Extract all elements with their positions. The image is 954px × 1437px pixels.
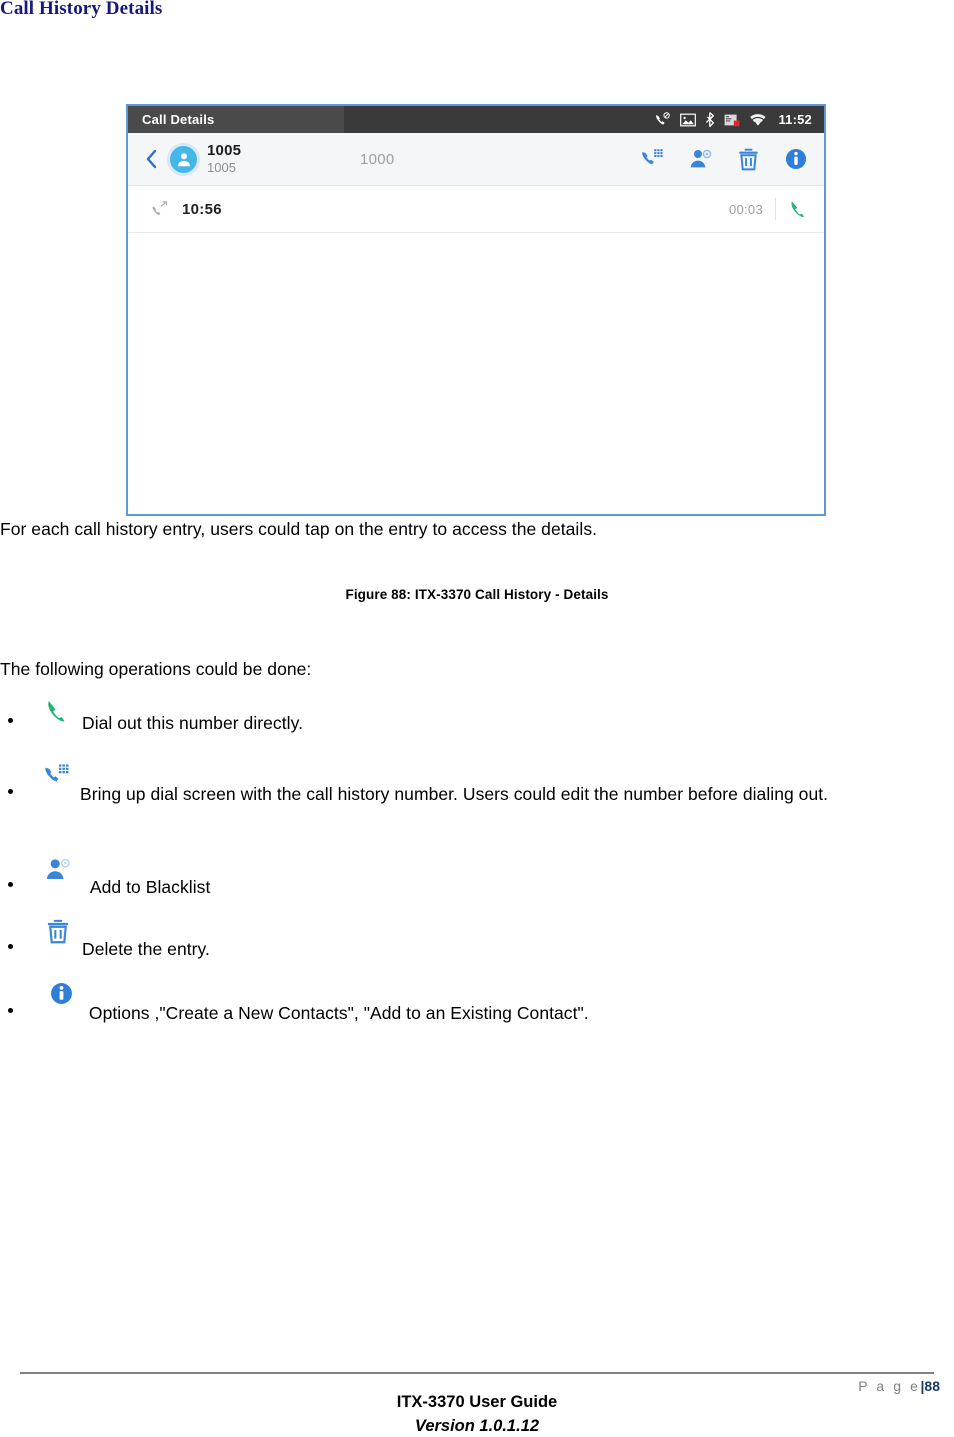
contact-header-row: 1005 1005 1000: [128, 133, 824, 186]
outgoing-call-icon: [150, 201, 168, 217]
status-bar-time: 11:52: [778, 112, 812, 127]
bluetooth-icon: [706, 112, 715, 127]
status-bar-title: Call Details: [142, 112, 215, 127]
dial-out-icon[interactable]: [788, 198, 810, 220]
phone-screenshot-figure: Call Details 11:52 1005 1005 1000 10:56 …: [126, 104, 826, 516]
delete-trash-blue-icon: [46, 919, 70, 944]
call-entry-right: 00:03: [729, 198, 810, 220]
footer-guide-title: ITX-3370 User Guide: [396, 1393, 558, 1411]
wifi-icon: [750, 113, 766, 126]
peer-number: 1000: [360, 150, 395, 168]
screenshot-icon: [680, 113, 697, 126]
bullet-marker: [8, 789, 13, 794]
list-item-label: Delete the entry.: [82, 939, 210, 959]
phone-status-bar: Call Details 11:52: [128, 106, 824, 133]
info-blue-icon: [50, 982, 73, 1005]
figure-caption: Figure 88: ITX-3370 Call History - Detai…: [345, 587, 609, 602]
bullet-marker: [8, 718, 13, 723]
call-entry-row[interactable]: 10:56 00:03: [128, 186, 824, 233]
bullet-marker: [8, 1008, 13, 1013]
list-item-label: Add to Blacklist: [85, 877, 211, 897]
missed-call-icon: [656, 111, 671, 125]
dial-out-green-icon: [45, 698, 71, 724]
call-entry-duration: 00:03: [728, 201, 763, 217]
status-bar-title-block: Call Details: [128, 106, 344, 133]
status-bar-icons: 11:52: [654, 106, 812, 133]
intro-paragraph: For each call history entry, users could…: [0, 519, 598, 539]
operations-lead-paragraph: The following operations could be done:: [0, 659, 312, 679]
footer-divider: [20, 1372, 934, 1374]
list-item-label: Options ,"Create a New Contacts", "Add t…: [84, 1003, 589, 1023]
call-entry-time: 10:56: [182, 200, 222, 218]
contact-extension: 1005: [207, 160, 236, 176]
page-number-block: P a g e|88: [858, 1378, 940, 1394]
add-blacklist-blue-icon: [45, 857, 71, 882]
bullet-marker: [8, 882, 13, 887]
sd-card-alert-icon: [725, 114, 740, 126]
page-label: P a g e: [858, 1378, 921, 1394]
page-title: Call History Details: [0, 0, 163, 19]
contact-name: 1005: [207, 142, 242, 160]
list-item-label: Bring up dial screen with the call histo…: [80, 784, 829, 804]
contact-action-buttons: [640, 147, 808, 171]
contact-name-block: 1005 1005: [207, 143, 241, 174]
page-number: 88: [924, 1378, 940, 1394]
delete-icon[interactable]: [736, 147, 760, 171]
entry-divider: [775, 198, 776, 220]
back-chevron-icon[interactable]: [144, 149, 160, 169]
add-blacklist-icon[interactable]: [688, 147, 712, 171]
list-item-label: Dial out this number directly.: [82, 713, 303, 733]
contact-avatar-icon: [170, 145, 197, 173]
bullet-marker: [8, 944, 13, 949]
dial-keypad-blue-icon: [44, 763, 70, 788]
dial-keypad-icon[interactable]: [640, 147, 664, 171]
footer-version: Version 1.0.1.12: [414, 1417, 540, 1435]
info-icon[interactable]: [784, 147, 808, 171]
